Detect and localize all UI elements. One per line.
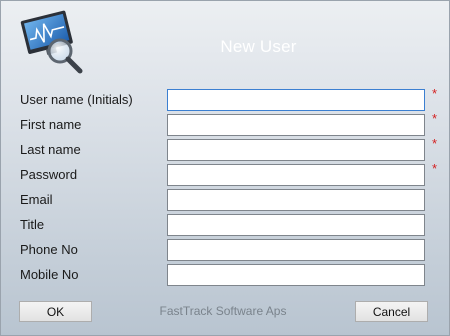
password-label: Password — [20, 167, 78, 182]
email-label: Email — [20, 192, 53, 207]
field-row-phone: Phone No — [1, 239, 450, 261]
phone-label: Phone No — [20, 242, 78, 257]
username-input[interactable] — [167, 89, 425, 111]
password-input[interactable] — [167, 164, 425, 186]
field-row-username: User name (Initials) * — [1, 86, 450, 111]
ok-button[interactable]: OK — [19, 301, 92, 322]
phone-input[interactable] — [167, 239, 425, 261]
username-label: User name (Initials) — [20, 92, 133, 107]
title-label: Title — [20, 217, 45, 232]
required-marker: * — [432, 161, 438, 176]
field-row-password: Password * — [1, 161, 450, 186]
vendor-footer: FastTrack Software Aps — [159, 304, 287, 318]
field-row-title: Title — [1, 214, 450, 236]
first-name-label: First name — [20, 117, 82, 132]
last-name-input[interactable] — [167, 139, 425, 161]
email-input[interactable] — [167, 189, 425, 211]
required-marker: * — [432, 111, 438, 126]
field-row-email: Email — [1, 189, 450, 211]
mobile-label: Mobile No — [20, 267, 79, 282]
field-row-last-name: Last name * — [1, 136, 450, 161]
mobile-input[interactable] — [167, 264, 425, 286]
field-row-mobile: Mobile No — [1, 264, 450, 286]
field-row-first-name: First name * — [1, 111, 450, 136]
new-user-dialog: New User User name (Initials) * First na… — [0, 0, 450, 336]
required-marker: * — [432, 86, 438, 101]
last-name-label: Last name — [20, 142, 81, 157]
cancel-button[interactable]: Cancel — [355, 301, 428, 322]
first-name-input[interactable] — [167, 114, 425, 136]
dialog-title: New User — [220, 37, 297, 56]
required-marker: * — [432, 136, 438, 151]
title-input[interactable] — [167, 214, 425, 236]
monitor-magnifier-icon — [20, 10, 83, 74]
